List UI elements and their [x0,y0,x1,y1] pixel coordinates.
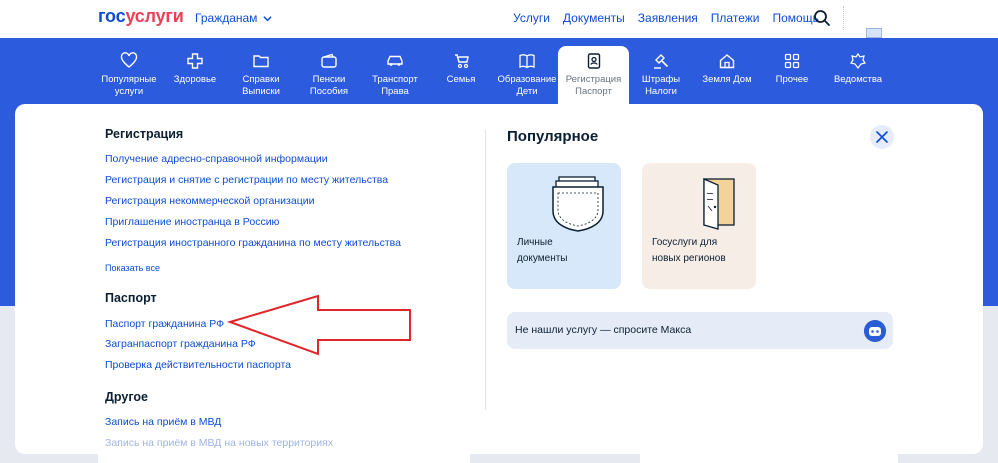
search-icon[interactable] [813,9,831,27]
link-foreigner-registration[interactable]: Регистрация иностранного гражданина по м… [105,237,401,249]
ask-max-label: Не нашли услугу — спросите Макса [515,324,692,336]
tab-transport[interactable]: Транспорт Права [366,46,424,104]
tab-label: Ведомства [833,74,883,85]
nav-documents[interactable]: Документы [563,11,625,25]
wallet-icon [321,53,337,68]
passport-icon [587,53,600,69]
close-icon [876,131,888,143]
tab-label: Здоровье [173,74,217,85]
link-invite-foreigner[interactable]: Приглашение иностранца в Россию [105,216,279,228]
emblem-icon [850,52,866,69]
keyboard-layout-icon[interactable] [866,28,882,38]
nav-payments[interactable]: Платежи [711,11,760,25]
tab-label: Образование Дети [497,74,557,97]
tab-label: Транспорт Права [372,74,418,97]
tile-label: Личные документы [517,237,568,264]
popular-title: Популярное [507,128,599,145]
tab-family[interactable]: Семья [434,46,488,104]
link-passport-rf[interactable]: Паспорт гражданина РФ [105,318,224,330]
doors-icon [703,178,735,230]
tab-land-house[interactable]: Земля Дом [698,46,756,104]
tab-label: Земля Дом [702,74,752,85]
tab-registration-passport[interactable]: Регистрация Паспорт [558,46,629,106]
link-foreign-passport[interactable]: Загранпаспорт гражданина РФ [105,338,256,350]
tab-health[interactable]: Здоровье [168,46,222,104]
nav-help[interactable]: Помощь [772,11,818,25]
nav-applications[interactable]: Заявления [638,11,698,25]
tab-label: Справки Выписки [242,74,280,97]
tab-departments[interactable]: Ведомства [828,46,888,104]
tab-pensions[interactable]: Пенсии Пособия [302,46,356,104]
robot-max-icon [864,320,886,342]
stroller-icon [455,54,469,69]
tab-label: Семья [446,74,476,85]
top-nav: Услуги Документы Заявления Платежи Помощ… [513,11,832,25]
popular-tile-new-regions[interactable]: Госуслуги для новых регионов [642,163,756,289]
folder-icon [253,55,269,68]
grid-icon [784,53,800,69]
tab-popular[interactable]: Популярные услуги [98,46,160,104]
logo-part-gos: гос [98,6,126,26]
book-icon [519,54,535,69]
link-mvd-appointment[interactable]: Запись на приём в МВД [105,416,221,428]
heart-icon [120,52,138,68]
tab-label: Прочее [775,74,809,85]
column-divider [485,130,486,410]
ask-max-button[interactable]: Не нашли услугу — спросите Макса [507,312,893,349]
audience-selector[interactable]: Гражданам [195,11,273,25]
tab-other[interactable]: Прочее [768,46,816,104]
tab-certificates[interactable]: Справки Выписки [234,46,288,104]
close-button[interactable] [870,125,894,149]
documents-pocket-icon [552,176,604,232]
house-icon [719,54,735,69]
popular-tile-personal-documents[interactable]: Личные документы [507,163,621,289]
tab-label: Пенсии Пособия [309,74,349,97]
logo-part-uslugi: услуги [125,6,184,26]
header-separator [843,6,844,30]
section-title-other: Другое [105,390,148,404]
show-all-link[interactable]: Показать все [105,263,160,273]
nav-services[interactable]: Услуги [513,11,550,25]
tab-fines-taxes[interactable]: Штрафы Налоги [632,46,690,104]
health-cross-icon [187,53,203,69]
link-passport-validity[interactable]: Проверка действительности паспорта [105,359,291,371]
car-icon [387,55,403,66]
tab-label: Штрафы Налоги [641,74,681,97]
gavel-icon [654,54,669,69]
tab-label: Регистрация Паспорт [565,74,622,97]
site-header: госуслуги Гражданам Услуги Документы Зая… [0,0,998,38]
link-nonprofit-registration[interactable]: Регистрация некоммерческой организации [105,195,314,207]
category-dropdown-panel: Регистрация Получение адресно-справочной… [15,104,983,454]
link-address-info[interactable]: Получение адресно-справочной информации [105,153,328,165]
link-registration-residence[interactable]: Регистрация и снятие с регистрации по ме… [105,174,388,186]
tab-label: Популярные услуги [101,74,157,97]
tile-label: Госуслуги для новых регионов [652,237,726,264]
section-title-passport: Паспорт [105,291,157,305]
link-mvd-new-territories[interactable]: Запись на приём в МВД на новых территори… [105,437,333,449]
chevron-down-icon [263,15,273,21]
audience-label: Гражданам [195,11,258,25]
gosuslugi-logo[interactable]: госуслуги [98,6,184,27]
section-title-registration: Регистрация [105,127,184,141]
tab-education[interactable]: Образование Дети [496,46,558,104]
